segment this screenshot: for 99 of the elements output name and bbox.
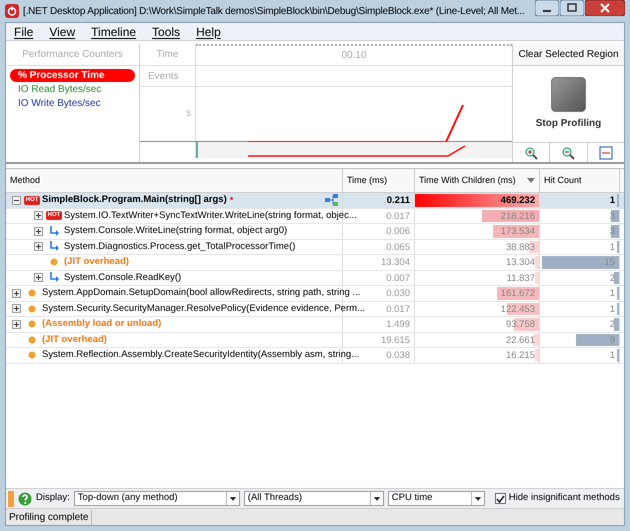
table-cell-text: 1	[610, 194, 616, 208]
collapse-icon[interactable]	[12, 196, 21, 205]
panel-title: Performance Counters	[6, 44, 139, 66]
window-title: [.NET Desktop Application] D:\Work\SimpleTalk demos\SimpleBlock\bin\Debug\SimpleBlock.exe* (Line-Level; All Met...	[23, 4, 525, 18]
method-dot-icon	[28, 289, 36, 298]
method-dot-icon	[28, 336, 36, 344]
checkbox-label: Hide insignificant methods	[508, 491, 620, 506]
method-dot-icon	[50, 258, 58, 266]
expand-icon[interactable]	[12, 320, 21, 329]
minimize-icon[interactable]	[535, 0, 559, 16]
table-cell: 0.065	[343, 240, 415, 254]
close-icon[interactable]	[585, 0, 625, 16]
table-cell-text: 22.661	[506, 334, 536, 347]
zoom-in-icon[interactable]	[524, 146, 538, 160]
menu-item[interactable]: Tools	[152, 22, 180, 40]
method-name: (JIT overhead)	[64, 255, 129, 270]
table-cell-text: 93.758	[506, 318, 536, 332]
table-cell-text: 218.216	[500, 210, 536, 223]
table-cell: 0.006	[343, 224, 415, 238]
menu-item[interactable]: Help	[196, 22, 221, 40]
method-dot-icon	[28, 320, 36, 328]
checkbox[interactable]	[494, 493, 506, 504]
dropdown-caret-icon	[370, 492, 383, 505]
table-cell: 13.304	[343, 255, 415, 270]
table-cell-text: 1	[610, 349, 616, 362]
table-cell-text: 13.304	[506, 256, 536, 270]
checkmark-icon	[496, 494, 505, 502]
call-arrow-icon	[48, 272, 60, 284]
method-name: System.Security.SecurityManager.ResolvePolicy(Evidence evidence, Perm...	[42, 302, 365, 316]
call-arrow-icon	[48, 226, 60, 237]
time-ruler: 00:10	[196, 44, 512, 65]
column-header[interactable]: Time (ms)	[343, 169, 415, 192]
table-cell-text: 469.232	[500, 194, 536, 208]
clear-region-button[interactable]: Clear Selected Region	[513, 44, 624, 66]
expand-icon[interactable]	[34, 211, 43, 220]
column-header[interactable]: Method	[6, 169, 343, 192]
table-row[interactable]: System.Diagnostics.Process.get_TotalProcessorTime() 0.065 38.883 1	[6, 240, 624, 255]
menu-item[interactable]: Timeline	[91, 22, 136, 40]
column-header[interactable]: Hit Count	[540, 169, 620, 192]
table-cell-text: 15	[604, 256, 616, 270]
expand-icon[interactable]	[34, 226, 43, 236]
method-name: SimpleBlock.Program.Main(string[] args)	[42, 193, 227, 208]
expand-icon[interactable]	[12, 304, 21, 314]
dropdown-caret-icon	[470, 492, 484, 505]
grip-icon	[8, 490, 14, 506]
stop-icon	[551, 77, 586, 112]
table-row[interactable]: (JIT overhead) 19.615 22.661 9	[6, 332, 624, 348]
table-cell-text: 1	[610, 287, 616, 300]
call-arrow-icon	[48, 241, 60, 252]
menu-item[interactable]: File	[14, 22, 34, 40]
menu-item[interactable]: View	[49, 22, 76, 40]
table-cell-text: 161.672	[500, 287, 536, 300]
method-name: System.IO.TextWriter+SyncTextWriter.WriteLine(string format, objec...	[64, 208, 357, 223]
help-icon[interactable]	[18, 492, 32, 506]
table-cell-text: 1	[610, 240, 616, 254]
zoom-out-icon[interactable]	[561, 146, 576, 160]
expand-icon[interactable]	[12, 288, 21, 298]
fit-icon[interactable]	[598, 146, 613, 160]
dropdown[interactable]: Top-down (any method)	[74, 491, 240, 506]
method-dot-icon	[28, 304, 36, 313]
sort-descending-icon	[527, 178, 535, 183]
call-graph-icon[interactable]	[325, 193, 338, 208]
expand-icon[interactable]	[34, 273, 43, 282]
table-row[interactable]: System.Reflection.Assembly.CreateSecurityIdentity(Assembly asm, string... 0.038 16.215 1	[6, 348, 624, 364]
maximize-icon[interactable]	[560, 0, 584, 16]
method-dot-icon	[28, 351, 36, 360]
table-cell-text: 1	[610, 302, 616, 316]
dropdown[interactable]: CPU time	[388, 491, 485, 506]
method-name: System.Diagnostics.Process.get_TotalProcessorTime()	[64, 240, 296, 254]
table-cell-text: 9	[610, 334, 616, 347]
expand-icon[interactable]	[34, 242, 43, 252]
display-label: Display:	[36, 491, 70, 506]
table-cell-text: 173.534	[500, 225, 536, 238]
table-row[interactable]: System.AppDomain.SetupDomain(bool allowRedirects, string path, string ... 0.030 161.672 1	[6, 286, 624, 302]
status-text: Profiling complete	[6, 510, 92, 524]
dropdown[interactable]: (All Threads)	[244, 491, 384, 506]
axis-tick: 5	[186, 108, 191, 120]
column-header[interactable]: Time With Children (ms)	[415, 169, 540, 192]
row-label: Events	[140, 66, 196, 86]
app-icon	[5, 4, 19, 18]
table-row[interactable]: (JIT overhead) 13.304 13.304 15	[6, 255, 624, 270]
method-name: System.Reflection.Assembly.CreateSecurityIdentity(Assembly asm, string...	[42, 348, 360, 362]
table-cell-text: 38.883	[506, 240, 536, 254]
method-name: System.Console.WriteLine(string format, object arg0)	[64, 224, 288, 238]
table-cell: 1.499	[343, 317, 415, 332]
method-name: (JIT overhead)	[42, 332, 107, 347]
counter-item[interactable]: IO Write Bytes/sec	[10, 97, 135, 110]
table-cell: 19.615	[343, 332, 415, 347]
row-label: Time	[140, 44, 196, 65]
modified-marker: *	[230, 194, 234, 206]
table-cell-text: 11.837	[506, 272, 536, 285]
counter-item[interactable]: % Processor Time	[10, 69, 135, 82]
method-name: (Assembly load or unload)	[42, 317, 162, 332]
counter-item[interactable]: IO Read Bytes/sec	[10, 83, 135, 96]
method-name: System.Console.ReadKey()	[64, 270, 182, 285]
table-cell-text: 16.215	[506, 349, 536, 362]
method-name: System.AppDomain.SetupDomain(bool allowRedirects, string path, string ...	[42, 286, 360, 300]
table-cell: 0.007	[343, 270, 415, 285]
dropdown-caret-icon	[226, 492, 239, 505]
